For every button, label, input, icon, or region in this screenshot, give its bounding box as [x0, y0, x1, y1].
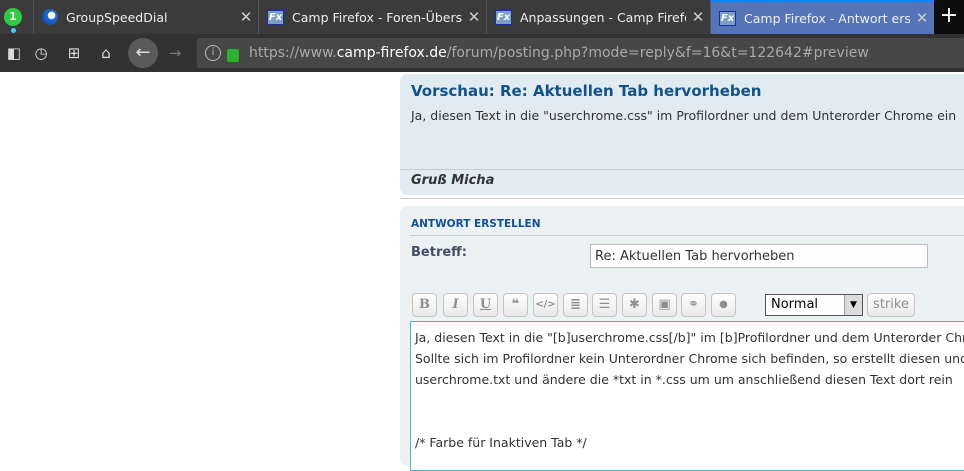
tab-antwort-erstellen[interactable]: Fx Camp Firefox - Antwort erstellen ✕ — [710, 0, 934, 34]
italic-button[interactable]: I — [443, 293, 468, 317]
image-button[interactable]: ▣ — [652, 293, 677, 317]
preview-panel: Vorschau: Re: Aktuellen Tab hervorheben … — [400, 74, 964, 195]
divider — [410, 235, 964, 236]
tab-title: Camp Firefox - Foren-Übersicht — [292, 9, 462, 25]
tab-bar: 1 GroupSpeedDial ✕ Fx Camp Firefox - For… — [0, 0, 964, 34]
subject-input[interactable] — [590, 244, 928, 268]
bold-button[interactable]: B — [412, 293, 437, 317]
preview-signature: Gruß Micha — [411, 173, 495, 188]
message-line — [415, 411, 964, 432]
list-item-button[interactable]: ✱ — [622, 293, 647, 317]
url-domain: camp-firefox.de — [336, 45, 447, 61]
whatsapp-notification-icon[interactable]: 1 — [4, 8, 22, 26]
campfirefox-favicon-icon: Fx — [495, 9, 512, 25]
close-icon[interactable]: ✕ — [910, 9, 934, 27]
url-path: /forum/posting.php?mode=reply&f=16&t=122… — [446, 45, 869, 61]
home-icon[interactable]: ⌂ — [94, 41, 118, 65]
quote-button[interactable]: ❝ — [503, 293, 528, 317]
campfirefox-favicon-icon: Fx — [719, 10, 736, 26]
url-prefix: https://www. — [249, 45, 337, 61]
tab-title: GroupSpeedDial — [66, 9, 168, 25]
link-button[interactable]: ⚭ — [681, 293, 706, 317]
reply-panel: ANTWORT ERSTELLEN Betreff: B I U ❝ </> ≣… — [400, 206, 964, 471]
tab-groupspeeddial[interactable]: GroupSpeedDial ✕ — [33, 0, 258, 34]
code-button[interactable]: </> — [533, 293, 558, 317]
list-button[interactable]: ≣ — [563, 293, 588, 317]
sidebar-icon[interactable]: ◧ — [2, 41, 26, 65]
campfirefox-favicon-icon: Fx — [267, 9, 284, 25]
chevron-down-icon: ▼ — [844, 295, 862, 315]
preview-body: Ja, diesen Text in die "userchrome.css" … — [411, 108, 957, 123]
numbered-list-button[interactable]: ☰ — [592, 293, 617, 317]
strike-button[interactable]: strike — [867, 293, 915, 317]
underline-button[interactable]: U — [473, 293, 498, 317]
tab-anpassungen[interactable]: Fx Anpassungen - Camp Firefox ✕ — [486, 0, 710, 34]
url-bar[interactable]: i https://www. camp-firefox.de/forum/post… — [197, 38, 964, 68]
divider — [400, 198, 964, 199]
info-icon[interactable]: i — [205, 45, 221, 61]
tab-title: Anpassungen - Camp Firefox — [520, 9, 686, 25]
nav-toolbar: ◧ ◷ ⊞ ⌂ ← → i https://www. camp-firefox.d… — [0, 34, 964, 72]
tab-foren-uebersicht[interactable]: Fx Camp Firefox - Foren-Übersicht ✕ — [258, 0, 486, 34]
speeddial-icon — [42, 9, 58, 25]
subject-label: Betreff: — [411, 245, 467, 260]
close-icon[interactable]: ✕ — [462, 8, 486, 26]
message-line: /* Farbe für Inaktiven Tab */ — [415, 435, 587, 450]
message-line: Sollte sich im Profilordner kein Unteror… — [415, 351, 964, 366]
close-icon[interactable]: ✕ — [686, 8, 710, 26]
lock-icon[interactable] — [227, 48, 239, 62]
message-textarea[interactable]: Ja, diesen Text in die "[b]userchrome.cs… — [410, 321, 964, 471]
forward-button[interactable]: → — [163, 41, 187, 65]
color-button[interactable]: ● — [711, 293, 736, 317]
new-tab-button[interactable]: + — [934, 0, 964, 34]
tab-title: Camp Firefox - Antwort erstellen — [744, 10, 910, 26]
font-size-value: Normal — [771, 297, 819, 312]
font-size-select[interactable]: Normal ▼ — [765, 294, 863, 316]
message-line: userchrome.txt und ändere die *txt in *.… — [415, 372, 953, 387]
message-line: Ja, diesen Text in die "[b]userchrome.cs… — [415, 330, 964, 345]
history-clock-icon[interactable]: ◷ — [29, 41, 53, 65]
message-line — [415, 390, 964, 411]
back-button[interactable]: ← — [128, 38, 158, 68]
reply-heading: ANTWORT ERSTELLEN — [411, 218, 541, 230]
new-window-icon[interactable]: ⊞ — [62, 41, 86, 65]
preview-title: Vorschau: Re: Aktuellen Tab hervorheben — [411, 82, 762, 100]
close-icon[interactable]: ✕ — [234, 8, 258, 26]
notification-dot — [11, 28, 16, 33]
divider — [400, 169, 964, 170]
